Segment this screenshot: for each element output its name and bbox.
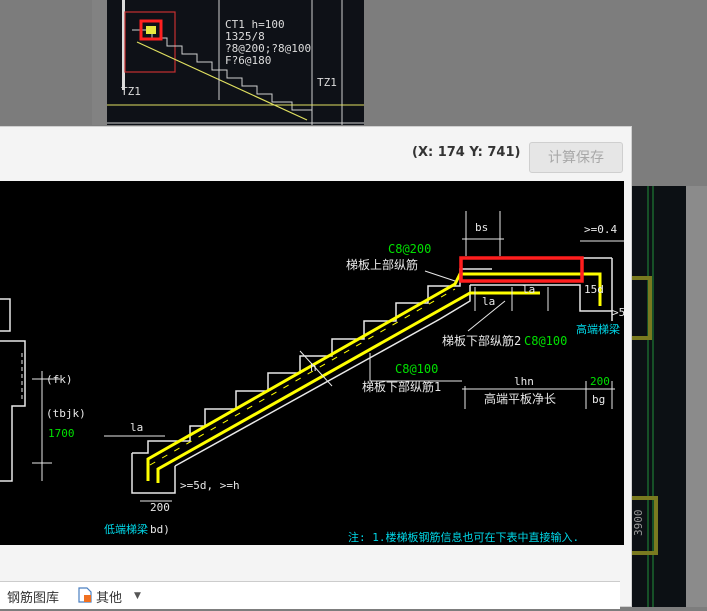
d5-label: >5 bbox=[612, 306, 624, 319]
leader-line bbox=[424, 270, 456, 282]
d15-label: 15d bbox=[584, 283, 604, 296]
left-outline bbox=[0, 298, 11, 332]
bg-label: bg bbox=[592, 393, 605, 406]
top-rebar-label: 梯板上部纵筋 bbox=[346, 257, 418, 272]
other-menu-button[interactable]: 其他 bbox=[96, 587, 122, 606]
background-left bbox=[0, 0, 92, 125]
background-right-strip bbox=[686, 186, 707, 607]
bs-label: bs bbox=[475, 221, 488, 234]
stair-drawing-svg: (fk) (tbjk) 1700 la >=5d, >=h 200 低端梯梁 b… bbox=[0, 211, 625, 544]
stair-rebar-diagram: (fk) (tbjk) 1700 la >=5d, >=h 200 低端梯梁 b… bbox=[0, 181, 625, 545]
min-dim-label: >=0.4 bbox=[584, 223, 617, 236]
right-cad-view: 3900 bbox=[626, 186, 686, 607]
d5h-label: >=5d, >=h bbox=[180, 479, 240, 492]
low-beam-label: 低端梯梁 bbox=[104, 522, 148, 536]
high-beam-label: 高端梯梁 bbox=[576, 322, 620, 336]
val-1700: 1700 bbox=[48, 427, 75, 440]
bottom-rebar2-spec: C8@100 bbox=[524, 334, 567, 348]
low-200-label: 200 bbox=[150, 501, 170, 514]
thumb-label: F?6@180 bbox=[225, 54, 271, 67]
flat-len-label: 高端平板净长 bbox=[484, 391, 556, 406]
fk-label: (fk) bbox=[46, 373, 73, 386]
background-right bbox=[364, 0, 707, 125]
cad-thumbnail-drawing: CT1 h=100 1325/8 ?8@200;?8@100 F?6@180 T… bbox=[107, 0, 365, 125]
top-rebar-spec: C8@200 bbox=[388, 242, 431, 256]
left-outline bbox=[0, 340, 26, 482]
document-icon bbox=[78, 587, 92, 603]
drawing-note: 注: 1.楼梯板钢筋信息也可在下表中直接输入. bbox=[348, 530, 579, 544]
thumb-label: TZ1 bbox=[121, 85, 141, 98]
bottom-toolbar: 钢筋图库 其他 ▼ bbox=[0, 581, 620, 609]
bottom-rebar1-spec: C8@100 bbox=[395, 362, 438, 376]
right-cad-number: 3900 bbox=[632, 510, 645, 537]
la-label-2: la bbox=[522, 283, 535, 296]
la-low-label: la bbox=[130, 421, 143, 434]
la-label-1: la bbox=[482, 295, 495, 308]
thumb-label: TZ1 bbox=[317, 76, 337, 89]
cad-thumbnail: CT1 h=100 1325/8 ?8@200;?8@100 F?6@180 T… bbox=[107, 0, 365, 125]
dim-200-label: 200 bbox=[590, 375, 610, 388]
h-label: h bbox=[310, 361, 317, 374]
bottom-rebar bbox=[156, 291, 540, 483]
calc-save-button[interactable]: 计算保存 bbox=[529, 142, 623, 173]
bd-label: bd) bbox=[150, 523, 170, 536]
thumb-highlight-fill bbox=[146, 26, 156, 34]
rebar-library-button[interactable]: 钢筋图库 bbox=[7, 587, 59, 606]
cursor-coordinates: (X: 174 Y: 741) bbox=[412, 145, 521, 160]
rebar-dialog: (X: 174 Y: 741) 计算保存 (fk) (tbjk) 1700 la… bbox=[0, 126, 632, 609]
lhn-label: lhn bbox=[514, 375, 534, 388]
chevron-down-icon[interactable]: ▼ bbox=[134, 591, 141, 601]
bottom-rebar2-label: 梯板下部纵筋2 bbox=[442, 333, 521, 348]
tbjk-label: (tbjk) bbox=[46, 407, 86, 420]
right-cad-drawing: 3900 bbox=[626, 186, 658, 607]
rebar-distribution bbox=[149, 288, 456, 466]
low-beam-outline bbox=[131, 453, 176, 494]
